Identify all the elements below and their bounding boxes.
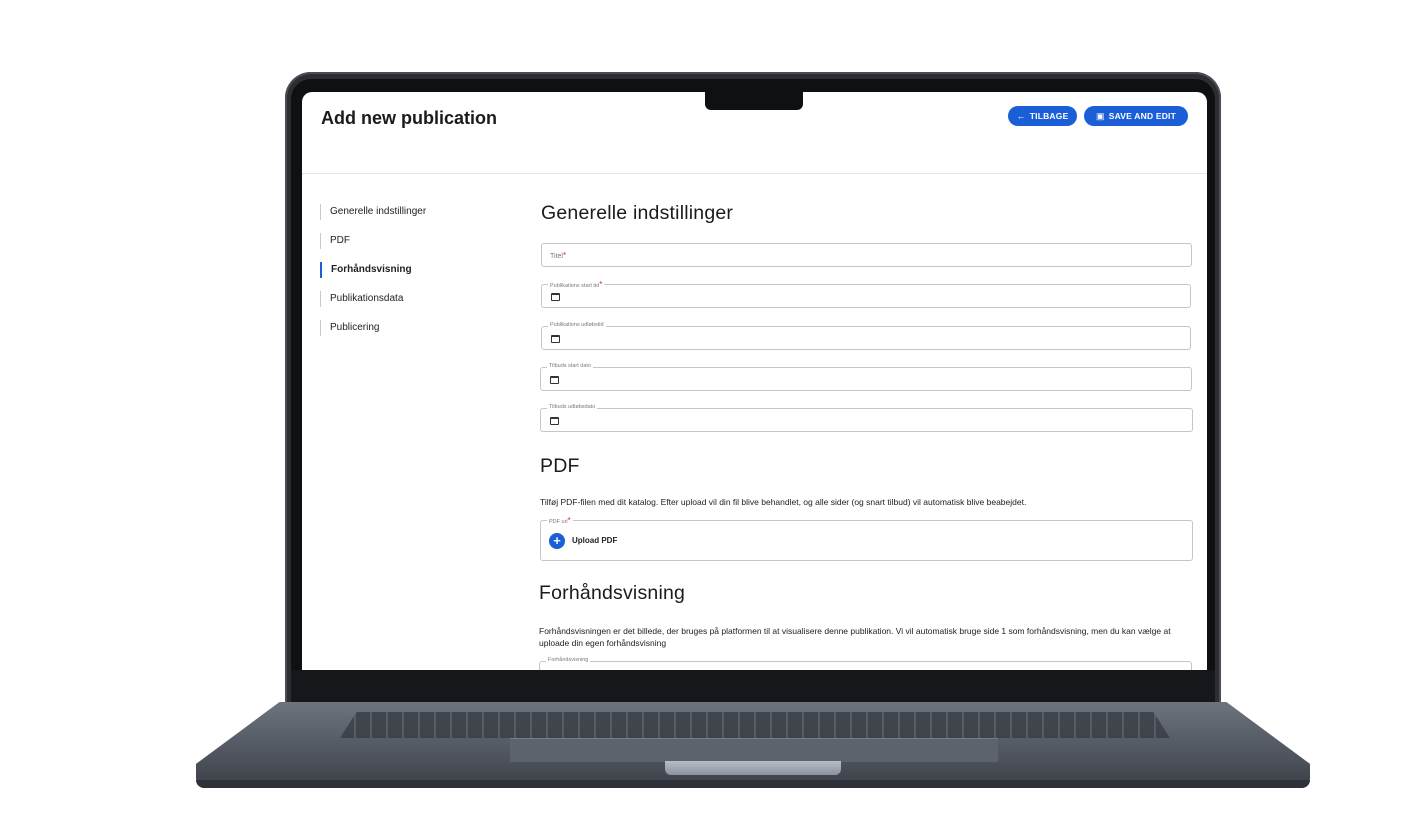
offer-start-field[interactable]: Tilbuds start dato: [540, 363, 1192, 391]
save-button-label: SAVE AND EDIT: [1108, 111, 1177, 121]
title-field[interactable]: Titel*: [541, 243, 1192, 267]
nav-item-label: Forhåndsvisning: [331, 264, 412, 275]
calendar-icon[interactable]: [551, 335, 560, 343]
nav-item-pdf[interactable]: PDF: [320, 233, 510, 249]
pdf-url-label: PDF url: [549, 519, 568, 525]
nav-item-publicering[interactable]: Publicering: [320, 320, 510, 336]
laptop-screen: Add new publication ← TILBAGE ▣ SAVE AND…: [302, 92, 1207, 670]
publication-editor: Add new publication ← TILBAGE ▣ SAVE AND…: [302, 92, 1207, 670]
field-label: Tilbuds udløbsdato: [547, 404, 598, 410]
section-heading-preview: Forhåndsvisning: [539, 582, 686, 604]
title-placeholder: Titel*: [550, 251, 566, 260]
field-label: Forhåndsvisning: [546, 657, 591, 663]
calendar-icon[interactable]: [550, 376, 559, 384]
preview-description: Forhåndsvisningen er det billede, der br…: [539, 626, 1171, 648]
publication-end-field[interactable]: Publikations udløbstid: [541, 322, 1191, 350]
pdf-description: Tilføj PDF-filen med dit katalog. Efter …: [540, 497, 1027, 507]
preview-field[interactable]: Forhåndsvisning: [539, 657, 1192, 670]
start-label-text: Publikations start tid: [550, 283, 600, 289]
laptop-mockup: Add new publication ← TILBAGE ▣ SAVE AND…: [0, 0, 1415, 840]
back-button[interactable]: ← TILBAGE: [1008, 106, 1077, 126]
offer-end-field[interactable]: Tilbuds udløbsdato: [540, 404, 1193, 432]
arrow-left-icon: ←: [1016, 111, 1026, 121]
field-label: PDF url*: [547, 516, 573, 525]
required-mark: *: [599, 280, 603, 289]
publication-start-field[interactable]: Publikations start tid*: [541, 280, 1191, 308]
plus-icon[interactable]: +: [549, 533, 565, 549]
upload-pdf-button[interactable]: Upload PDF: [572, 536, 617, 545]
field-label: Publikations start tid*: [548, 280, 605, 289]
nav-item-publikationsdata[interactable]: Publikationsdata: [320, 291, 510, 307]
laptop-base-edge: [196, 780, 1310, 788]
save-icon: ▣: [1095, 110, 1105, 121]
laptop-keyboard: [340, 712, 1170, 738]
camera-notch: [705, 92, 803, 110]
nav-item-label: Publikationsdata: [330, 293, 404, 304]
calendar-icon[interactable]: [550, 417, 559, 425]
nav-item-label: Generelle indstillinger: [330, 206, 427, 217]
pdf-upload-field[interactable]: PDF url* + Upload PDF: [540, 516, 1193, 561]
nav-item-forhandsvisning[interactable]: Forhåndsvisning: [320, 262, 510, 278]
calendar-icon[interactable]: [551, 293, 560, 301]
save-and-edit-button[interactable]: ▣ SAVE AND EDIT: [1084, 106, 1188, 126]
section-heading-pdf: PDF: [540, 455, 580, 477]
section-heading-general: Generelle indstillinger: [541, 202, 734, 224]
page-title: Add new publication: [321, 108, 497, 128]
laptop-bezel-bottom: [291, 670, 1215, 704]
field-label: Publikations udløbstid: [548, 322, 606, 328]
nav-item-generelle-indstillinger[interactable]: Generelle indstillinger: [320, 204, 510, 220]
title-placeholder-text: Titel: [550, 253, 563, 260]
nav-item-label: Publicering: [330, 322, 380, 333]
laptop-trackpad: [510, 738, 998, 762]
required-mark: *: [562, 251, 567, 260]
laptop-hinge: [665, 761, 841, 775]
back-button-label: TILBAGE: [1029, 111, 1069, 121]
field-label: Tilbuds start dato: [547, 363, 593, 369]
section-nav: Generelle indstillinger PDF Forhåndsvisn…: [320, 204, 510, 349]
nav-item-label: PDF: [330, 235, 350, 246]
required-mark: *: [567, 516, 571, 525]
